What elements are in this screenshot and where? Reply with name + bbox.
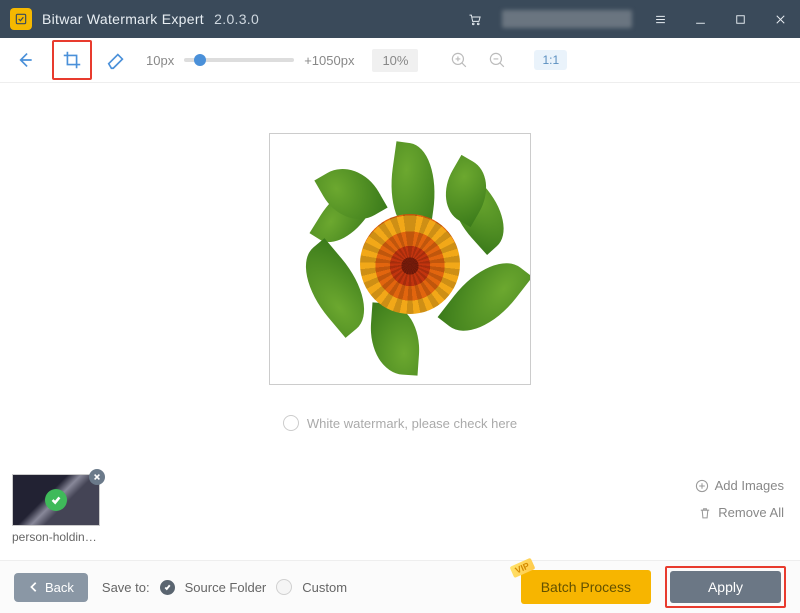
minimize-icon[interactable] (680, 0, 720, 38)
footer: Back Save to: Source Folder Custom VIP B… (0, 560, 800, 613)
apply-button[interactable]: Apply (670, 571, 781, 603)
app-window: Bitwar Watermark Expert 2.0.3.0 10px +10… (0, 0, 800, 613)
close-icon[interactable] (760, 0, 800, 38)
save-to-label: Save to: (102, 580, 150, 595)
apply-highlight: Apply (665, 566, 786, 608)
image-preview[interactable] (269, 133, 531, 385)
ratio-button[interactable]: 1:1 (534, 50, 567, 70)
cart-icon[interactable] (454, 0, 494, 38)
remove-all-link[interactable]: Remove All (698, 505, 784, 520)
size-min-label: 10px (146, 53, 174, 68)
app-logo-icon (10, 8, 32, 30)
undo-button[interactable] (10, 42, 46, 78)
custom-radio[interactable] (276, 579, 292, 595)
batch-label: Batch Process (541, 579, 631, 595)
thumbnail-item[interactable]: person-holding-fil... (12, 474, 98, 544)
app-version: 2.0.3.0 (214, 11, 259, 27)
custom-label: Custom (302, 580, 347, 595)
crop-tool-button[interactable] (52, 40, 92, 80)
add-images-label: Add Images (715, 478, 784, 493)
remove-all-label: Remove All (718, 505, 784, 520)
menu-icon[interactable] (640, 0, 680, 38)
check-icon (45, 489, 67, 511)
app-title: Bitwar Watermark Expert 2.0.3.0 (42, 11, 259, 27)
hint-text: White watermark, please check here (307, 416, 517, 431)
save-to-group: Save to: Source Folder Custom (102, 579, 347, 595)
account-area[interactable] (502, 10, 632, 28)
apply-label: Apply (708, 579, 743, 595)
eraser-tool-button[interactable] (98, 42, 134, 78)
app-name: Bitwar Watermark Expert (42, 11, 204, 27)
back-button[interactable]: Back (14, 573, 88, 602)
zoom-out-icon[interactable] (486, 49, 508, 71)
source-folder-radio[interactable] (160, 580, 175, 595)
toolbar: 10px +1050px 10% 1:1 (0, 38, 800, 83)
add-images-link[interactable]: Add Images (695, 478, 784, 493)
titlebar: Bitwar Watermark Expert 2.0.3.0 (0, 0, 800, 38)
thumbnail-label: person-holding-fil... (12, 530, 98, 544)
back-arrow-icon (28, 581, 40, 593)
zoom-in-icon[interactable] (448, 49, 470, 71)
trash-icon (698, 506, 712, 520)
radio-empty-icon[interactable] (283, 415, 299, 431)
size-slider[interactable] (184, 58, 294, 62)
slider-thumb[interactable] (194, 54, 206, 66)
source-folder-label: Source Folder (185, 580, 267, 595)
canvas-area: White watermark, please check here (0, 83, 800, 467)
vip-badge: VIP (509, 558, 534, 578)
batch-process-button[interactable]: VIP Batch Process (521, 570, 651, 604)
maximize-icon[interactable] (720, 0, 760, 38)
thumbnail-remove-icon[interactable] (89, 469, 105, 485)
brush-size-control: 10px +1050px (146, 53, 354, 68)
white-watermark-hint[interactable]: White watermark, please check here (283, 415, 517, 431)
flower-image (280, 144, 520, 374)
back-label: Back (45, 580, 74, 595)
thumbnail-image[interactable] (12, 474, 100, 526)
size-max-label: +1050px (304, 53, 354, 68)
zoom-level: 10% (372, 49, 418, 72)
plus-circle-icon (695, 479, 709, 493)
thumbnail-row: person-holding-fil... Add Images Remove … (0, 467, 800, 560)
